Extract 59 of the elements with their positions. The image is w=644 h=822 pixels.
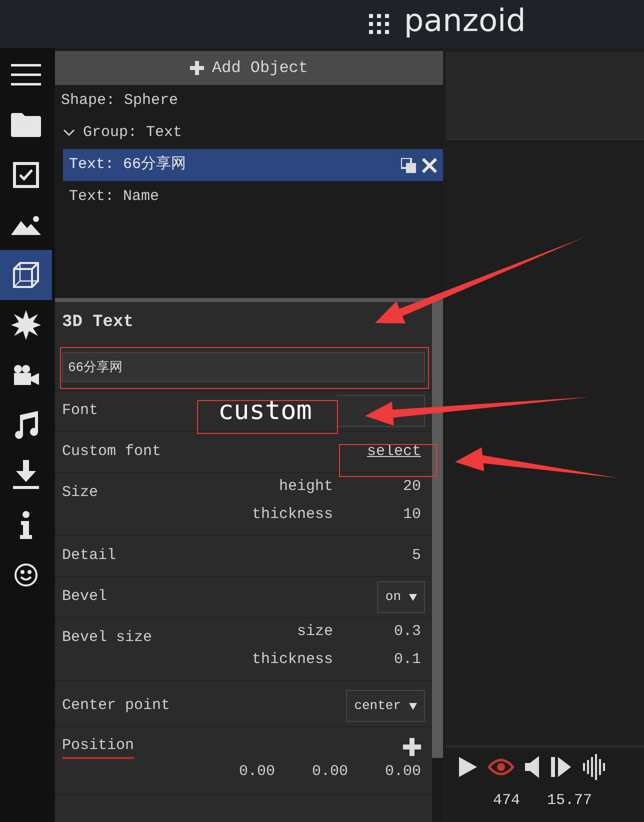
field-label: thickness [252,650,333,670]
waveform-icon[interactable] [582,754,608,780]
object-list-item[interactable]: Shape: Sphere [55,85,443,117]
mountain-icon [11,215,41,235]
property-label: Bevel size [62,628,152,648]
property-label: Position [62,734,134,760]
speaker-icon[interactable] [524,755,540,779]
sidebar-button[interactable] [0,250,52,300]
field-label: size [296,622,333,642]
number-value[interactable]: 20 [333,476,421,498]
chevron-icon[interactable] [63,129,75,137]
info-icon [19,511,33,539]
property-label: Detail [62,546,116,566]
menu-icon [11,64,41,86]
number-value[interactable]: 0.3 [333,620,421,644]
dropdown[interactable]: center [346,690,425,722]
text-input[interactable]: 66分享网 [62,352,425,382]
checkbox-icon [13,162,39,188]
number-value[interactable]: 0.00 [312,761,348,784]
dropdown-arrow-icon [409,702,417,710]
property-label: Size [62,482,98,503]
download-icon [12,460,40,490]
scrollbar-thumb[interactable] [432,302,443,758]
property-label: Font [62,400,98,421]
readout-value: 474 [493,791,520,811]
object-list-item[interactable]: Group: Text [55,117,443,149]
close-icon[interactable] [422,158,437,172]
object-list-item[interactable]: Text: 66分享网 [63,149,443,181]
property-label: Bevel [62,586,108,607]
select-link[interactable]: select [366,440,421,464]
burst-icon [11,310,41,340]
cube-icon [12,261,40,289]
field-label: thickness [252,504,333,525]
grid-icon[interactable] [368,13,390,35]
readout-value: 15.77 [547,791,592,811]
property-label: Custom font [62,442,162,462]
panel-title: 3D Text [62,312,134,334]
property-value[interactable]: 5 [412,544,421,568]
number-value[interactable]: 0.1 [333,648,421,672]
video-camera-icon [12,364,40,386]
number-value[interactable]: 0.00 [384,761,421,784]
field-label: height [278,476,333,497]
number-value[interactable]: 0.00 [238,761,275,784]
folder-icon [11,113,41,137]
smiley-icon [14,563,38,587]
plus-icon [190,61,204,75]
dropdown[interactable]: on [377,581,425,613]
dropdown-arrow-icon [409,594,417,600]
logo-text[interactable]: panzoid [404,6,526,42]
plus-icon[interactable] [403,738,421,756]
duplicate-icon[interactable] [401,158,416,172]
object-list-item[interactable]: Text: Name [63,181,443,213]
step-forward-icon[interactable] [550,756,572,778]
add-object-button[interactable]: Add Object [55,51,443,85]
music-note-icon [13,411,39,439]
property-label: Center point [62,696,170,716]
eye-icon[interactable] [488,758,514,776]
play-icon[interactable] [458,756,478,778]
number-value[interactable]: 10 [333,504,421,526]
